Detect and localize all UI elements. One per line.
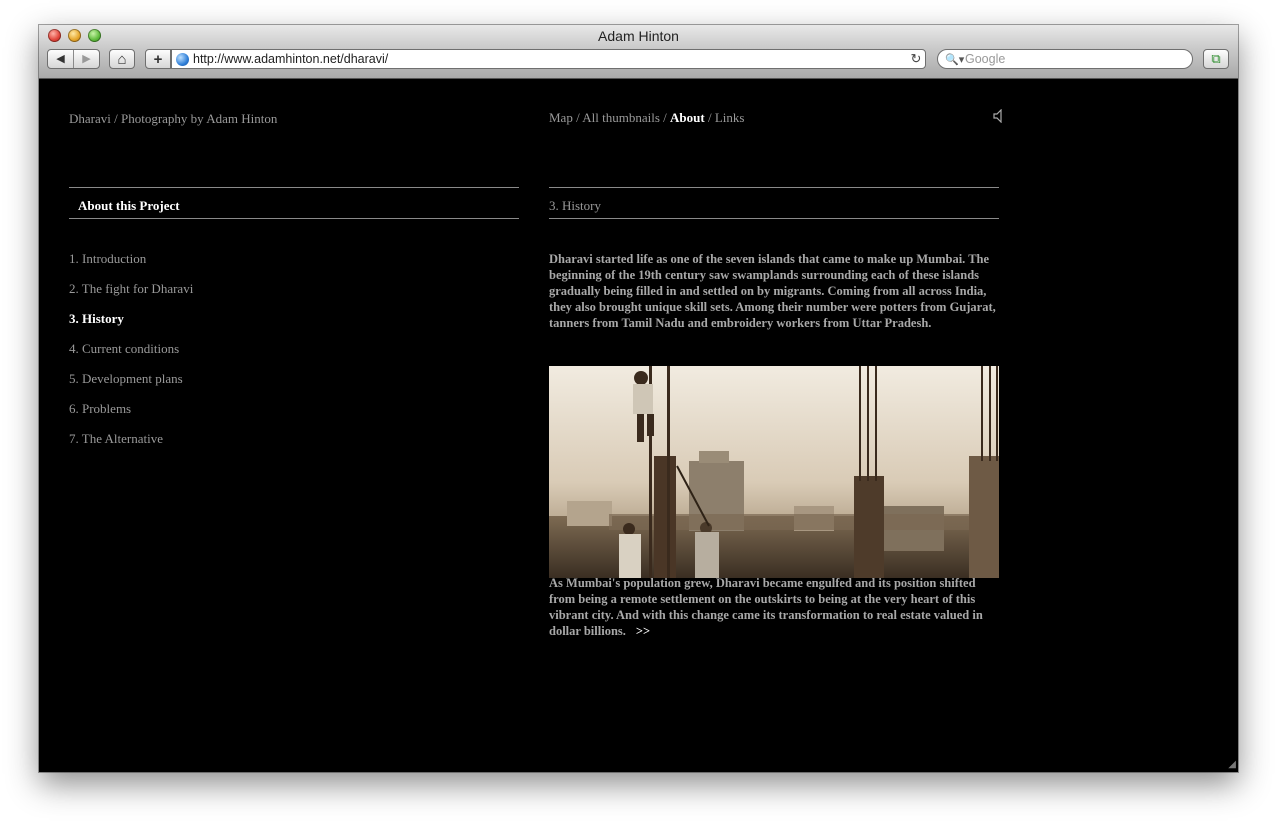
- title-bar: Adam Hinton ◀ ▶ ⌂ + http://www.adamhinto…: [39, 25, 1238, 79]
- photo-illustration: [549, 366, 999, 578]
- plus-icon: +: [153, 50, 163, 68]
- address-bar[interactable]: http://www.adamhinton.net/dharavi/ ↻: [171, 49, 926, 69]
- nav-separator: /: [707, 110, 715, 125]
- chapter-problems[interactable]: 6. Problems: [69, 401, 193, 431]
- window-stack-icon: ⧉: [1211, 51, 1221, 66]
- add-bookmark-button[interactable]: +: [145, 49, 171, 69]
- speaker-icon[interactable]: [993, 108, 1005, 127]
- search-input[interactable]: [965, 52, 1185, 66]
- home-button[interactable]: ⌂: [109, 49, 135, 69]
- home-icon: ⌂: [117, 50, 127, 68]
- back-icon[interactable]: ◀: [48, 50, 73, 68]
- site-title[interactable]: Dharavi / Photography by Adam Hinton: [69, 111, 277, 127]
- section-heading: About this Project: [78, 198, 180, 213]
- chapter-fight-for-dharavi[interactable]: 2. The fight for Dharavi: [69, 281, 193, 311]
- history-paragraph-2: As Mumbai's population grew, Dharavi bec…: [549, 575, 1001, 639]
- back-forward-group: ◀ ▶: [47, 49, 100, 69]
- forward-icon[interactable]: ▶: [74, 50, 99, 68]
- chapter-history[interactable]: 3. History: [69, 311, 193, 341]
- nav-about[interactable]: About: [670, 110, 705, 125]
- page-content: Dharavi / Photography by Adam Hinton Map…: [39, 79, 1238, 772]
- chapter-introduction[interactable]: 1. Introduction: [69, 251, 193, 281]
- paragraph-text: As Mumbai's population grew, Dharavi bec…: [549, 576, 983, 638]
- divider: [549, 187, 999, 188]
- chapter-alternative[interactable]: 7. The Alternative: [69, 431, 193, 461]
- top-navigation: Map / All thumbnails / About / Links: [549, 110, 744, 126]
- url-text[interactable]: http://www.adamhinton.net/dharavi/: [193, 52, 907, 66]
- speaker-icon-glyph: [993, 108, 1002, 124]
- resize-grip-icon[interactable]: ◢: [1228, 759, 1236, 770]
- browser-window: Adam Hinton ◀ ▶ ⌂ + http://www.adamhinto…: [39, 25, 1238, 772]
- search-icon[interactable]: 🔍▾: [945, 53, 965, 66]
- chapter-list: 1. Introduction 2. The fight for Dharavi…: [69, 251, 193, 461]
- globe-icon: [176, 52, 189, 66]
- divider: [69, 187, 519, 188]
- next-page-link[interactable]: >>: [636, 624, 650, 638]
- history-photo: [549, 366, 999, 578]
- nav-map[interactable]: Map: [549, 110, 573, 125]
- content-heading: 3. History: [549, 198, 601, 213]
- search-field[interactable]: 🔍▾: [937, 49, 1193, 69]
- divider: [69, 218, 519, 219]
- nav-links[interactable]: Links: [715, 110, 745, 125]
- extension-button[interactable]: ⧉: [1203, 49, 1229, 69]
- nav-separator: /: [663, 110, 671, 125]
- divider: [549, 218, 999, 219]
- window-title: Adam Hinton: [598, 28, 679, 44]
- chapter-current-conditions[interactable]: 4. Current conditions: [69, 341, 193, 371]
- reload-icon[interactable]: ↻: [907, 51, 925, 67]
- history-paragraph-1: Dharavi started life as one of the seven…: [549, 252, 996, 330]
- chapter-development-plans[interactable]: 5. Development plans: [69, 371, 193, 401]
- nav-all-thumbnails[interactable]: All thumbnails: [582, 110, 660, 125]
